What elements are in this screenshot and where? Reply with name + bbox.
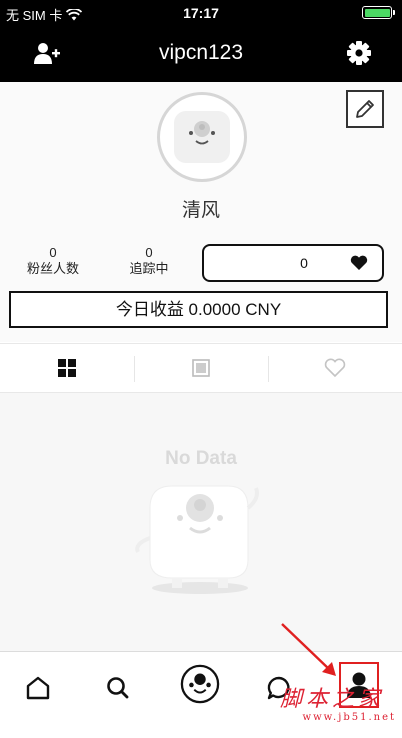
- tab-single[interactable]: [134, 344, 268, 392]
- empty-state-text: No Data: [165, 448, 237, 469]
- tab-likes[interactable]: [268, 344, 402, 392]
- mascot-avatar-icon: [174, 111, 230, 163]
- likes-box[interactable]: 0: [202, 244, 384, 282]
- watermark-url: www.jb51.net: [302, 712, 396, 723]
- avatar[interactable]: [157, 92, 247, 182]
- followers-count: 0: [49, 245, 57, 260]
- tab-grid[interactable]: [0, 344, 134, 392]
- earnings-bar[interactable]: 今日收益 0.0000 CNY: [9, 291, 388, 328]
- tabbar-home[interactable]: [18, 668, 58, 708]
- battery-icon: [362, 6, 395, 19]
- page-title: vipcn123: [158, 41, 244, 64]
- profile-section: 清风 0 粉丝人数 0 追踪中 0 今日收益 0.0000 CNY: [0, 82, 402, 342]
- gear-icon[interactable]: [346, 40, 372, 66]
- square-icon: [192, 359, 210, 377]
- tabbar-search[interactable]: [98, 668, 138, 708]
- followers-stat[interactable]: 0 粉丝人数: [18, 245, 88, 277]
- nickname: 清风: [181, 200, 220, 221]
- annotation-arrow-icon: [281, 623, 336, 676]
- watermark: 脚本之家 www.jb51.net: [280, 687, 400, 724]
- following-stat[interactable]: 0 追踪中: [114, 245, 184, 277]
- empty-mascot-icon: [135, 485, 259, 594]
- nav-bar: vipcn123: [0, 26, 402, 82]
- following-count: 0: [145, 245, 153, 260]
- followers-label: 粉丝人数: [26, 261, 79, 276]
- edit-profile-button[interactable]: [346, 90, 384, 128]
- following-label: 追踪中: [129, 261, 169, 276]
- status-time: 17:17: [183, 5, 219, 21]
- likes-count: 0: [300, 255, 308, 271]
- pencil-icon: [356, 100, 374, 118]
- content-tabs: [0, 343, 402, 393]
- status-bar: 无 SIM 卡 17:17: [0, 0, 402, 26]
- content-area: No Data: [0, 393, 402, 651]
- home-icon: [26, 676, 50, 700]
- tabbar-camera[interactable]: [180, 664, 220, 704]
- heart-icon: [350, 255, 368, 270]
- battery-fill: [364, 8, 390, 17]
- watermark-text: 脚本之家: [280, 687, 385, 712]
- search-icon: [107, 677, 129, 699]
- heart-outline-icon: [324, 358, 346, 378]
- grid-icon: [58, 359, 76, 377]
- camera-icon: [180, 664, 220, 704]
- status-right: [362, 6, 395, 19]
